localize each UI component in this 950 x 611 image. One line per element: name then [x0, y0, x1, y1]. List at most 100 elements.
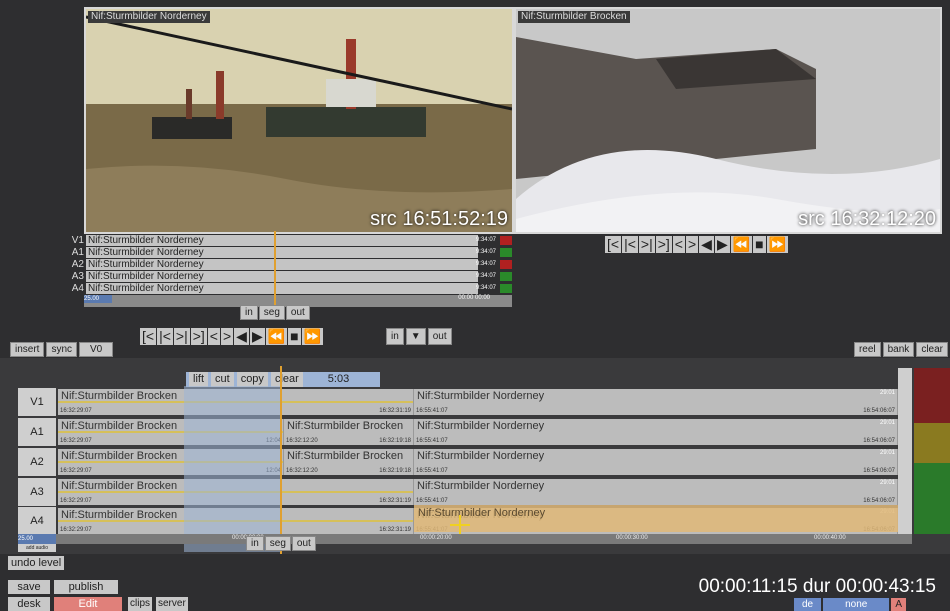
source-track-duration: 9:34:07 [475, 273, 496, 279]
source-fps: 25.00 [84, 295, 112, 303]
timeline-track-label[interactable]: A4 [18, 507, 56, 535]
desk-tab[interactable]: desk [8, 597, 50, 611]
timeline-track[interactable]: A3 Nif:Sturmbilder Brocken 16:32:29:07 16:3… [18, 478, 912, 506]
play-button[interactable]: ▶ [714, 236, 730, 253]
step-forward-button[interactable]: > [685, 236, 699, 253]
bank-button[interactable]: bank [882, 342, 915, 357]
track-meter [914, 368, 950, 423]
source-playhead[interactable] [274, 231, 276, 315]
prev-button[interactable]: |< [622, 236, 638, 253]
server-tab[interactable]: server [156, 597, 188, 611]
rewind-button[interactable]: ⏪ [265, 328, 288, 345]
source-track-clip[interactable]: Nif:Sturmbilder Norderney [86, 271, 478, 282]
source-track-clip[interactable]: Nif:Sturmbilder Norderney [86, 283, 478, 294]
clip-name: Nif:Sturmbilder Brocken [287, 450, 404, 462]
source-track-clip[interactable]: Nif:Sturmbilder Norderney [86, 247, 478, 258]
timeline-track[interactable]: A2Nif:Sturmbilder Brocken16:32:29:0712:0… [18, 448, 912, 476]
step-back-button[interactable]: < [207, 328, 220, 345]
next-mark-button[interactable]: >] [190, 328, 207, 345]
source-track[interactable]: A3 Nif:Sturmbilder Norderney 9:34:07 [56, 271, 512, 282]
timeline-clip[interactable]: Nif:Sturmbilder Norderney 16:55:41:07 16:5… [414, 449, 898, 475]
prev-mark-button[interactable]: [< [140, 328, 157, 345]
source-mark-in-button[interactable]: in [240, 305, 258, 320]
timeline-playhead[interactable] [280, 366, 282, 554]
undo-level-button[interactable]: undo level [8, 556, 65, 570]
timeline-track-label[interactable]: A3 [18, 478, 56, 506]
source-segment-button[interactable]: seg [258, 305, 285, 320]
play-reverse-button[interactable]: ◀ [234, 328, 249, 345]
rewind-button[interactable]: ⏪ [730, 236, 753, 253]
publish-button[interactable]: publish [54, 580, 118, 594]
stop-button[interactable]: ■ [288, 328, 301, 345]
record-viewer[interactable]: Nif:Sturmbilder Brocken src 16:32:12:20 [514, 7, 942, 234]
language-button[interactable]: de [794, 598, 822, 611]
clear-selection-button[interactable]: clear [270, 372, 303, 387]
timeline-clip[interactable]: Nif:Sturmbilder Norderney 16:55:41:07 16:5… [414, 389, 898, 415]
step-forward-button[interactable]: > [220, 328, 234, 345]
selection-region[interactable] [184, 386, 280, 552]
clip-tc-out: 16:32:31:19 [379, 498, 411, 504]
next-mark-button[interactable]: >] [655, 236, 672, 253]
timeline-mark-in-button[interactable]: in [246, 536, 264, 551]
source-track-clip[interactable]: Nif:Sturmbilder Norderney [86, 235, 478, 246]
sync-button[interactable]: sync [46, 342, 78, 357]
a-button[interactable]: A [891, 598, 907, 611]
source-track-clip[interactable]: Nif:Sturmbilder Norderney [86, 259, 478, 270]
timeline-ruler[interactable]: 25.00 00:00:00:00 00:00:20:00 00:00:30:0… [18, 534, 912, 544]
clip-tc-in: 16:32:29:07 [60, 527, 92, 533]
source-track[interactable]: A1 Nif:Sturmbilder Norderney 9:34:07 [56, 247, 512, 258]
v0-button[interactable]: V0 [79, 342, 114, 357]
timeline-track[interactable]: V1 Nif:Sturmbilder Brocken 16:32:29:07 16:3… [18, 388, 912, 416]
track-meter [914, 423, 950, 463]
source-viewer[interactable]: Nif:Sturmbilder Norderney src 16:51:52:1… [84, 7, 514, 234]
next-button[interactable]: >| [173, 328, 190, 345]
none-button[interactable]: none [823, 598, 890, 611]
timeline-fps: 25.00 [18, 534, 56, 544]
timeline-track-label[interactable]: V1 [18, 388, 56, 416]
source-track-clip-name: Nif:Sturmbilder Norderney [88, 259, 204, 270]
timeline-track-label[interactable]: A1 [18, 418, 56, 446]
timeline-clip[interactable]: Nif:Sturmbilder Brocken 16:32:12:20 16:32:… [284, 449, 414, 475]
fast-forward-button[interactable]: ⏩ [301, 328, 324, 345]
cut-button[interactable]: cut [211, 372, 234, 387]
copy-button[interactable]: copy [236, 372, 268, 387]
timeline-segment-button[interactable]: seg [264, 536, 291, 551]
timeline-mark-out-button[interactable]: out [291, 536, 316, 551]
timeline-clip[interactable]: Nif:Sturmbilder Brocken 16:32:12:20 16:32:… [284, 419, 414, 445]
clips-tab[interactable]: clips [128, 597, 153, 611]
edit-tab[interactable]: Edit [54, 597, 122, 611]
a4-highlight-label: Nif:Sturmbilder Norderney [418, 507, 546, 519]
insert-button[interactable]: insert [10, 342, 45, 357]
next-button[interactable]: >| [638, 236, 655, 253]
clear-button[interactable]: clear [916, 342, 948, 357]
track-meter-column [914, 368, 950, 534]
source-track[interactable]: V1 Nif:Sturmbilder Norderney 9:34:07 [56, 235, 512, 246]
source-track[interactable]: A4 Nif:Sturmbilder Norderney 9:34:07 [56, 283, 512, 294]
mark-in-button[interactable]: in [386, 328, 404, 345]
add-audio-label[interactable]: add audio [18, 544, 56, 552]
timeline-clip[interactable]: Nif:Sturmbilder Norderney 16:55:41:07 16:5… [414, 419, 898, 445]
splice-down-button[interactable]: ▼ [405, 328, 426, 345]
prev-button[interactable]: |< [157, 328, 173, 345]
duration-label: dur [802, 576, 831, 597]
timeline-scroll-column[interactable] [898, 368, 912, 534]
timeline-track-label[interactable]: A2 [18, 448, 56, 476]
timeline-clip[interactable]: Nif:Sturmbilder Norderney 16:55:41:07 16:5… [414, 479, 898, 505]
mark-out-button[interactable]: out [427, 328, 452, 345]
fast-forward-button[interactable]: ⏩ [766, 236, 789, 253]
save-button[interactable]: save [8, 580, 50, 594]
play-button[interactable]: ▶ [249, 328, 265, 345]
timeline-track[interactable]: A1Nif:Sturmbilder Brocken16:32:29:0712:0… [18, 418, 912, 446]
prev-mark-button[interactable]: [< [605, 236, 622, 253]
clip-tc-in: 16:55:41:07 [416, 498, 448, 504]
source-ruler-time: 00:00 00:00 [458, 295, 490, 301]
lift-button[interactable]: lift [189, 372, 208, 387]
play-reverse-button[interactable]: ◀ [699, 236, 714, 253]
record-viewer-title: Nif:Sturmbilder Brocken [518, 11, 630, 23]
step-back-button[interactable]: < [672, 236, 685, 253]
stop-button[interactable]: ■ [753, 236, 766, 253]
source-track[interactable]: A2 Nif:Sturmbilder Norderney 9:34:07 [56, 259, 512, 270]
source-mark-out-button[interactable]: out [285, 305, 310, 320]
reel-button[interactable]: reel [853, 342, 881, 357]
record-timecode: src 16:32:12:20 [798, 208, 936, 230]
